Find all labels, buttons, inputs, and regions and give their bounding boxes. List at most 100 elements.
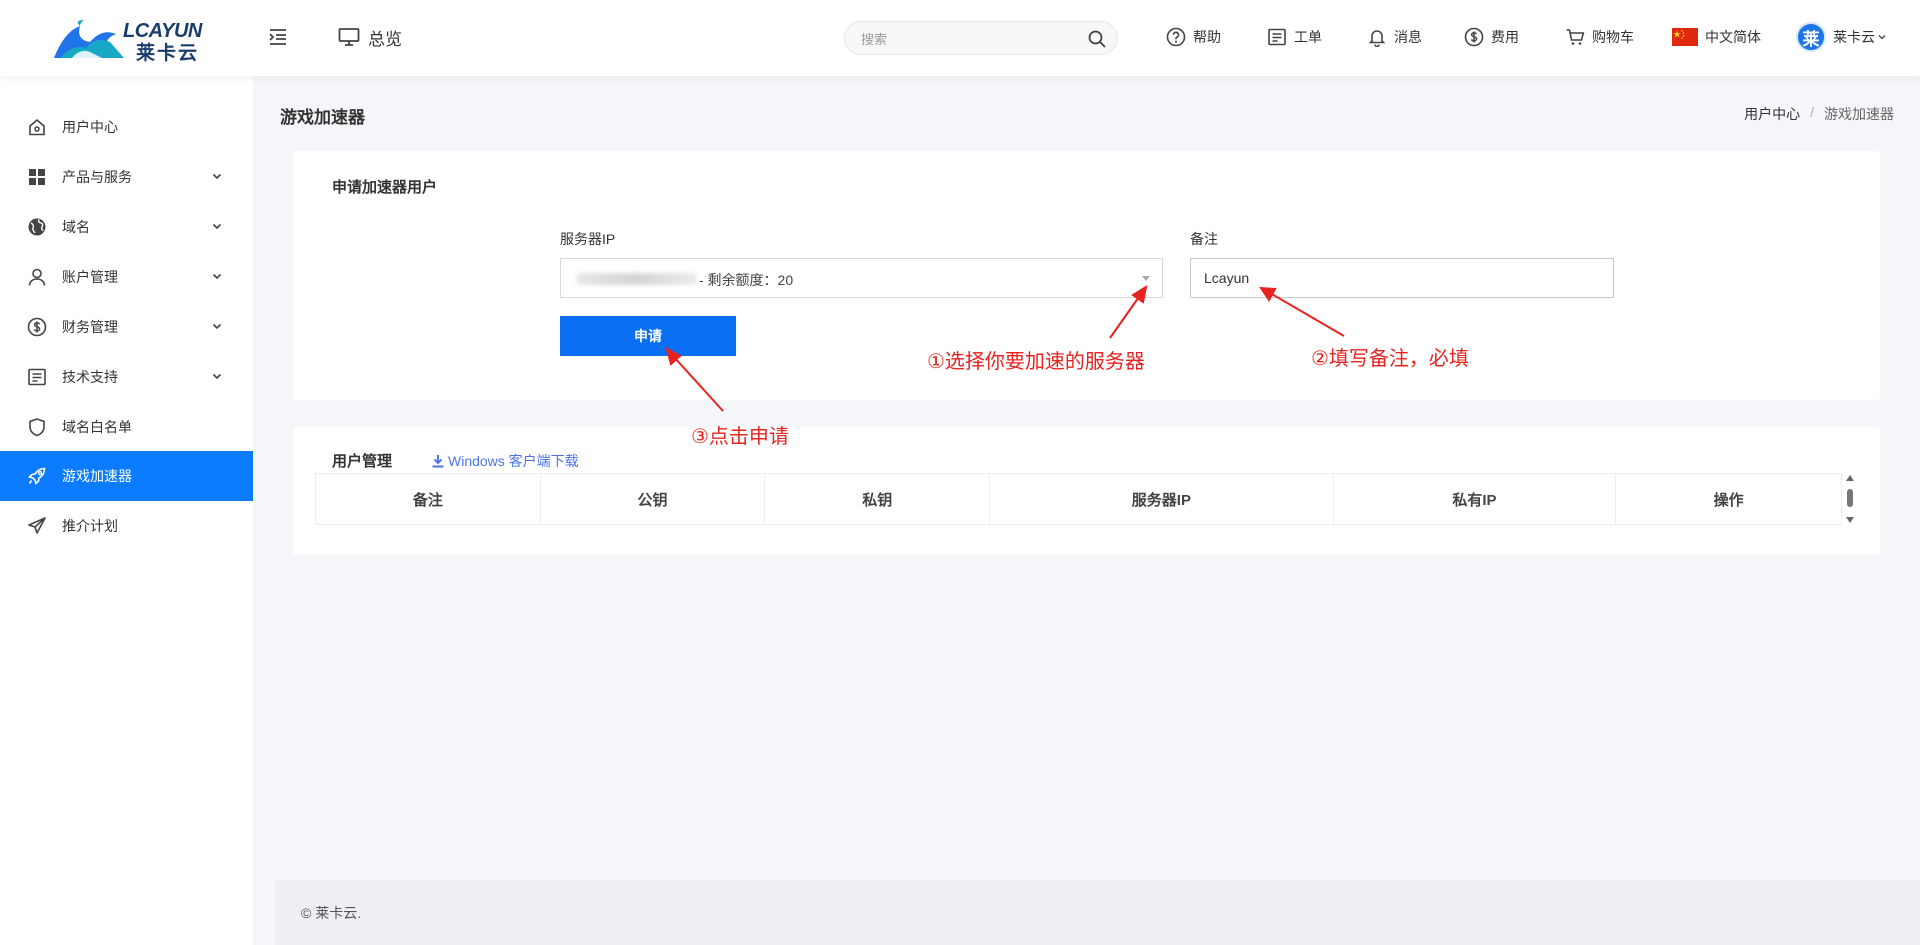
download-icon — [432, 455, 444, 468]
user-menu[interactable]: 莱 莱卡云 — [1796, 21, 1887, 53]
logo-text-cn: 莱卡云 — [136, 43, 200, 64]
logo[interactable]: LCAYUN 莱卡云 — [50, 18, 205, 64]
message-link[interactable]: 消息 — [1367, 25, 1422, 49]
server-ip-select[interactable]: - 剩余额度：20 — [560, 258, 1163, 298]
annotation-step2: ②填写备注，必填 — [1311, 348, 1469, 370]
breadcrumb-item-current: 游戏加速器 — [1824, 106, 1894, 122]
top-header: LCAYUN 莱卡云 总览 帮助 工单 消息 费用 购物车 中文简体 莱 莱卡云 — [0, 0, 1920, 76]
overview-link[interactable]: 总览 — [338, 24, 402, 50]
dollar-circle-icon — [1464, 27, 1484, 47]
chevron-down-icon — [212, 223, 222, 230]
grid-icon — [27, 167, 47, 187]
message-label: 消息 — [1394, 29, 1422, 45]
search-input[interactable] — [861, 28, 1061, 50]
sidebar-item-label: 财务管理 — [62, 319, 118, 335]
search-box — [844, 21, 1118, 55]
home-icon — [27, 117, 47, 137]
breadcrumb-separator: / — [1810, 104, 1814, 120]
sidebar-item-finance[interactable]: 财务管理 — [0, 302, 253, 352]
column-header-server-ip: 服务器IP — [990, 474, 1334, 524]
column-header-actions: 操作 — [1713, 491, 1744, 509]
copyright-text: © 莱卡云. — [301, 905, 362, 921]
rocket-icon — [27, 466, 47, 486]
breadcrumb: 用户中心 / 游戏加速器 — [1744, 104, 1894, 124]
sidebar-item-support[interactable]: 技术支持 — [0, 352, 253, 402]
ticket-link[interactable]: 工单 — [1267, 25, 1322, 49]
avatar: 莱 — [1796, 22, 1826, 52]
sidebar-item-domain-whitelist[interactable]: 域名白名单 — [0, 402, 253, 452]
dropdown-caret-icon — [1142, 276, 1150, 281]
sidebar-item-label: 推介计划 — [62, 518, 118, 534]
sidebar-item-game-accelerator[interactable]: 游戏加速器 — [0, 451, 253, 501]
annotation-step1: ①选择你要加速的服务器 — [927, 351, 1145, 373]
sidebar-item-user-center[interactable]: 用户中心 — [0, 102, 253, 152]
shield-icon — [27, 417, 47, 437]
sidebar-item-account[interactable]: 账户管理 — [0, 252, 253, 302]
help-link[interactable]: 帮助 — [1166, 25, 1221, 49]
chevron-down-icon — [212, 173, 222, 180]
chevron-down-icon — [212, 373, 222, 380]
billing-link[interactable]: 费用 — [1464, 25, 1519, 49]
download-link-label: Windows 客户端下载 — [448, 453, 579, 469]
windows-client-download-link[interactable]: Windows 客户端下载 — [431, 451, 579, 471]
send-icon — [27, 516, 47, 536]
cart-label: 购物车 — [1592, 29, 1634, 45]
scroll-up-icon — [1846, 475, 1854, 481]
search-icon[interactable] — [1087, 29, 1107, 49]
page-title: 游戏加速器 — [280, 108, 365, 127]
users-table-header: 备注 公钥 私钥 服务器IP 私有IP 操作 — [315, 473, 1842, 525]
table-scrollbar[interactable] — [1845, 473, 1855, 525]
user-name: 莱卡云 — [1833, 29, 1875, 45]
column-header-public-key: 公钥 — [541, 474, 766, 524]
chevron-down-icon — [212, 323, 222, 330]
sidebar-item-label: 账户管理 — [62, 269, 118, 285]
apply-card-title: 申请加速器用户 — [332, 179, 438, 196]
sidebar: 用户中心 产品与服务 域名 账户管理 财务管理 技术支持 域名白名单 游戏加速器… — [0, 76, 253, 945]
remark-input[interactable] — [1190, 258, 1614, 298]
monitor-icon — [338, 28, 360, 46]
globe-icon — [27, 217, 47, 237]
annotation-step3: ③点击申请 — [691, 426, 789, 448]
sidebar-item-label: 域名白名单 — [62, 419, 132, 435]
language-label: 中文简体 — [1705, 29, 1761, 45]
user-icon — [27, 267, 47, 287]
logo-mark-icon — [54, 20, 124, 58]
chevron-down-icon — [212, 273, 222, 280]
footer: © 莱卡云. — [275, 880, 1920, 945]
ticket-icon — [1268, 28, 1286, 46]
server-ip-selected-value: - 剩余额度：20 — [699, 272, 794, 288]
document-icon — [27, 367, 47, 387]
chevron-down-icon — [1878, 35, 1886, 40]
ticket-label: 工单 — [1294, 29, 1322, 45]
dollar-icon — [27, 317, 47, 337]
menu-toggle-icon[interactable] — [268, 27, 288, 47]
apply-button[interactable]: 申请 — [560, 316, 736, 356]
sidebar-item-label: 域名 — [62, 219, 90, 235]
column-header-private-key: 私钥 — [765, 474, 991, 524]
sidebar-item-products[interactable]: 产品与服务 — [0, 152, 253, 202]
remark-label: 备注 — [1190, 231, 1218, 247]
scroll-thumb — [1847, 489, 1853, 507]
column-header-remark: 备注 — [316, 474, 541, 524]
user-management-title: 用户管理 — [332, 453, 393, 470]
billing-label: 费用 — [1491, 29, 1519, 45]
sidebar-item-domain[interactable]: 域名 — [0, 202, 253, 252]
breadcrumb-item-user-center[interactable]: 用户中心 — [1744, 104, 1800, 124]
china-flag-icon — [1672, 28, 1698, 46]
help-label: 帮助 — [1193, 29, 1221, 45]
redacted-ip — [577, 273, 697, 285]
bell-icon — [1368, 30, 1386, 47]
sidebar-item-label: 游戏加速器 — [62, 468, 132, 484]
sidebar-item-label: 产品与服务 — [62, 169, 132, 185]
user-management-card: 用户管理 Windows 客户端下载 备注 公钥 私钥 服务器IP 私有IP 操… — [293, 427, 1880, 555]
column-header-private-ip: 私有IP — [1334, 474, 1617, 524]
sidebar-item-label: 技术支持 — [62, 369, 118, 385]
server-ip-label: 服务器IP — [560, 231, 616, 247]
help-icon — [1166, 27, 1186, 47]
sidebar-item-referral[interactable]: 推介计划 — [0, 501, 253, 551]
language-selector[interactable]: 中文简体 — [1672, 25, 1761, 49]
cart-link[interactable]: 购物车 — [1565, 25, 1634, 49]
scroll-down-icon — [1846, 517, 1854, 523]
sidebar-item-label: 用户中心 — [62, 119, 118, 135]
cart-icon — [1566, 29, 1585, 45]
